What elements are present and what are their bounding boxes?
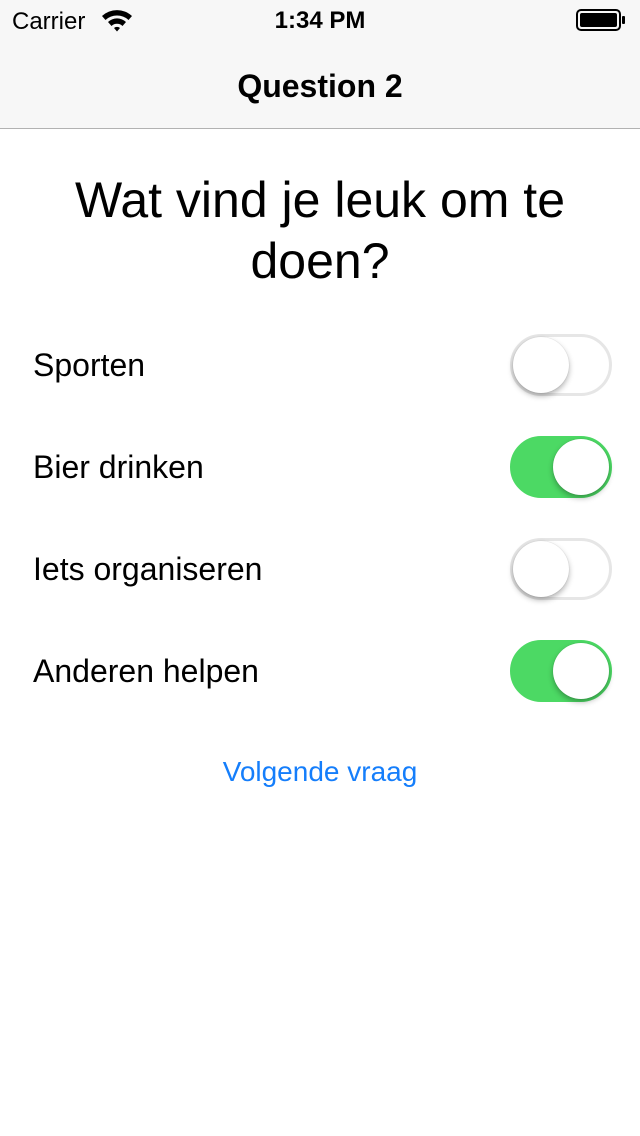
- option-row-iets-organiseren: Iets organiseren: [0, 538, 640, 602]
- toggle-switch-iets-organiseren[interactable]: [510, 538, 612, 600]
- battery-icon: [576, 9, 626, 31]
- next-question-button[interactable]: Volgende vraag: [0, 756, 640, 788]
- switch-knob: [513, 337, 569, 393]
- option-label: Iets organiseren: [33, 551, 263, 587]
- switch-knob: [513, 541, 569, 597]
- switch-knob: [553, 439, 609, 495]
- option-row-bier-drinken: Bier drinken: [0, 436, 640, 500]
- toggle-switch-bier-drinken[interactable]: [510, 436, 612, 498]
- toggle-switch-anderen-helpen[interactable]: [510, 640, 612, 702]
- toggle-switch-sporten[interactable]: [510, 334, 612, 396]
- status-time: 1:34 PM: [274, 7, 366, 34]
- nav-title: Question 2: [237, 68, 403, 104]
- status-bar: Carrier 1:34 PM: [0, 0, 640, 40]
- navigation-bar: Question 2: [0, 40, 640, 129]
- option-label: Bier drinken: [33, 449, 204, 485]
- question-text: Wat vind je leuk om te doen?: [74, 172, 565, 289]
- option-row-sporten: Sporten: [0, 334, 640, 398]
- switch-knob: [553, 643, 609, 699]
- option-label: Sporten: [33, 347, 146, 383]
- option-label: Anderen helpen: [33, 653, 259, 689]
- option-row-anderen-helpen: Anderen helpen: [0, 640, 640, 704]
